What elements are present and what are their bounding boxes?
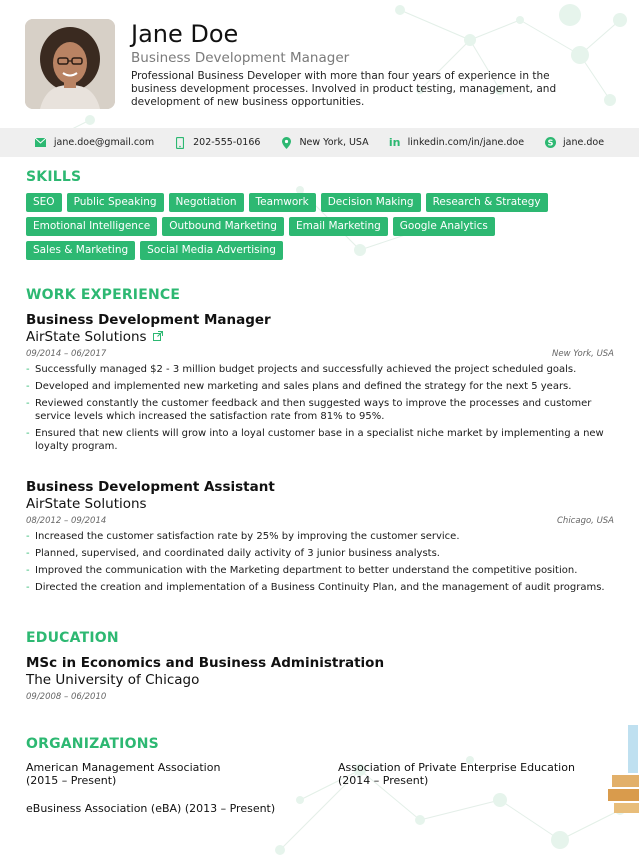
list-item: - Reviewed constantly the customer feedba… <box>26 398 592 422</box>
contact-phone-text: 202-555-0166 <box>193 137 261 148</box>
map-pin-icon <box>280 136 292 149</box>
work-experience-heading: WORK EXPERIENCE <box>26 287 181 303</box>
organization-period: (2015 – Present) <box>26 774 117 787</box>
job-company-name: AirState Solutions <box>26 496 147 512</box>
job-meta: 08/2012 – 09/2014 Chicago, USA <box>26 516 614 527</box>
skill-tag: Negotiation <box>168 193 244 212</box>
organizations-heading: ORGANIZATIONS <box>26 736 159 752</box>
profile-photo <box>25 19 115 109</box>
skill-tag: Decision Making <box>320 193 421 212</box>
skill-tag: Teamwork <box>248 193 316 212</box>
job-entry: Business Development Assistant AirState … <box>26 479 614 598</box>
job-dates: 08/2012 – 09/2014 <box>26 516 107 526</box>
organization-period: (2014 – Present) <box>338 774 429 787</box>
list-item: - Directed the creation and implementatio… <box>26 582 605 593</box>
job-bullets: - Successfully managed $2 - 3 million bud… <box>26 363 614 453</box>
list-item: - Increased the customer satisfaction rat… <box>26 531 460 542</box>
education-school: The University of Chicago <box>26 672 200 688</box>
contact-phone[interactable]: 202-555-0166 <box>174 136 261 149</box>
contact-bar: jane.doe@gmail.com 202-555-0166 New York… <box>0 128 639 157</box>
education-entry: MSc in Economics and Business Administra… <box>26 655 384 702</box>
organization-item: American Management Association (2015 – … <box>26 761 220 787</box>
list-item: - Improved the communication with the Mar… <box>26 565 578 576</box>
contact-skype-text: jane.doe <box>563 137 605 148</box>
skill-tag: Outbound Marketing <box>162 217 284 236</box>
job-role: Business Development Manager <box>26 312 271 328</box>
contact-email-text: jane.doe@gmail.com <box>53 137 155 148</box>
person-title: Business Development Manager <box>131 50 350 66</box>
job-location: New York, USA <box>552 349 614 359</box>
education-degree: MSc in Economics and Business Administra… <box>26 655 385 671</box>
skills-heading: SKILLS <box>26 169 82 185</box>
portrait-image <box>25 19 115 109</box>
skill-tag: Emotional Intelligence <box>26 217 158 236</box>
job-bullets: - Increased the customer satisfaction rat… <box>26 530 614 594</box>
resume-page: Jane Doe Business Development Manager Pr… <box>0 0 639 867</box>
skill-tag: Sales & Marketing <box>26 241 136 260</box>
person-summary: Professional Business Developer with mor… <box>131 70 557 108</box>
list-item: - Successfully managed $2 - 3 million bud… <box>26 364 577 375</box>
envelope-icon <box>35 137 47 149</box>
skills-list: SEO Public Speaking Negotiation Teamwork… <box>26 193 606 260</box>
job-company: AirState Solutions <box>26 496 614 513</box>
job-company: AirState Solutions <box>26 329 614 346</box>
job-company-name: AirState Solutions <box>26 329 147 345</box>
list-item: - Ensured that new clients will grow into… <box>26 428 604 452</box>
education-dates: 09/2008 – 06/2010 <box>26 692 107 702</box>
education-heading: EDUCATION <box>26 630 119 646</box>
job-dates: 09/2014 – 06/2017 <box>26 349 107 359</box>
skill-tag: SEO <box>26 193 62 212</box>
job-meta: 09/2014 – 06/2017 New York, USA <box>26 349 614 360</box>
contact-email[interactable]: jane.doe@gmail.com <box>35 137 154 149</box>
skill-tag: Google Analytics <box>392 217 495 236</box>
person-name: Jane Doe <box>131 20 239 48</box>
resume-header: Jane Doe Business Development Manager Pr… <box>0 0 639 125</box>
organization-item: eBusiness Association (eBA) (2013 – Pres… <box>26 802 275 815</box>
list-item: - Planned, supervised, and coordinated da… <box>26 548 440 559</box>
skype-icon: S <box>544 137 556 149</box>
svg-text:S: S <box>547 138 553 147</box>
organization-name: American Management Association <box>26 761 221 774</box>
skill-tag: Email Marketing <box>288 217 388 236</box>
list-item: - Developed and implemented new marketing… <box>26 381 572 392</box>
contact-location: New York, USA <box>280 136 369 149</box>
job-role: Business Development Assistant <box>26 479 275 495</box>
skill-tag: Public Speaking <box>66 193 164 212</box>
external-link-icon[interactable] <box>152 329 163 346</box>
organization-item: Association of Private Enterprise Educat… <box>338 761 575 787</box>
job-entry: Business Development Manager AirState So… <box>26 312 614 457</box>
job-location: Chicago, USA <box>557 516 614 526</box>
contact-linkedin[interactable]: in linkedin.com/in/jane.doe <box>388 136 525 149</box>
mobile-phone-icon <box>174 136 186 149</box>
organization-name: eBusiness Association (eBA) (2013 – Pres… <box>26 802 276 815</box>
contact-linkedin-text: linkedin.com/in/jane.doe <box>407 137 525 148</box>
linkedin-icon: in <box>388 136 401 149</box>
organization-name: Association of Private Enterprise Educat… <box>338 761 575 774</box>
skill-tag: Research & Strategy <box>425 193 548 212</box>
contact-skype[interactable]: S jane.doe <box>544 137 604 149</box>
contact-location-text: New York, USA <box>299 137 369 148</box>
skill-tag: Social Media Advertising <box>140 241 283 260</box>
